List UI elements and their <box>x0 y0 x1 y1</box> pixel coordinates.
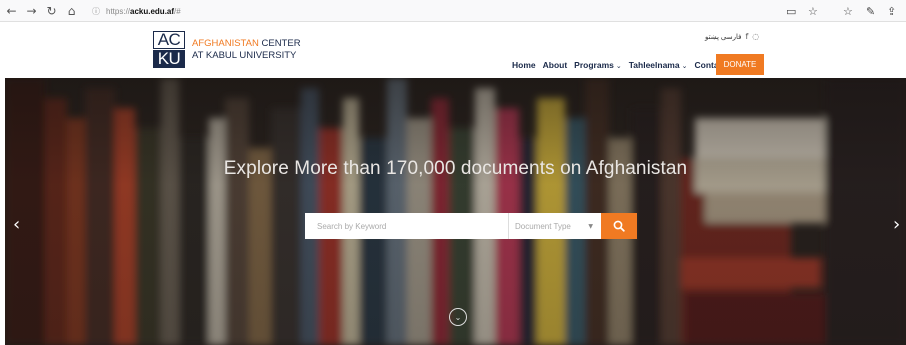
hero-banner: Explore More than 170,000 documents on A… <box>5 78 906 345</box>
share-icon[interactable]: ⇪ <box>887 3 896 19</box>
url-host: acku.edu.af <box>130 6 175 16</box>
logo-line1-orange: AFGHANISTAN <box>192 38 259 49</box>
main-menu: Home About Programs ⌄ Tahleelnama ⌄ Contac… <box>512 54 733 76</box>
bookmark-star-icon[interactable]: ☆ <box>808 3 818 19</box>
reader-view-icon[interactable]: ▭ <box>786 3 796 19</box>
logo-mark-bottom: KU <box>153 49 185 68</box>
document-type-select[interactable]: Document Type ▼ <box>508 213 601 239</box>
menu-tahleelnama-label: Tahleelnama <box>628 60 680 70</box>
menu-tahleelnama[interactable]: Tahleelnama ⌄ <box>629 60 688 70</box>
menu-about[interactable]: About <box>543 60 568 70</box>
logo-mark-top: AC <box>153 30 185 49</box>
language-bar: فارسی پښتو f ◌ <box>705 32 759 41</box>
reload-icon[interactable]: ↻ <box>43 2 60 20</box>
keyword-search-input[interactable] <box>305 213 508 239</box>
language-links[interactable]: فارسی پښتو <box>705 33 741 41</box>
favorites-icon[interactable]: ☆ <box>843 3 853 19</box>
logo-line1-dark: CENTER <box>258 38 301 49</box>
document-search: Document Type ▼ <box>305 213 637 239</box>
carousel-next-arrow-icon[interactable]: › <box>893 214 900 235</box>
info-icon[interactable]: ⓘ <box>92 6 100 17</box>
facebook-icon[interactable]: f <box>745 32 748 41</box>
browser-toolbar: ← → ↻ ⌂ ⓘ https://acku.edu.af/# ▭ ☆ ☆ ✎ … <box>0 0 906 22</box>
caret-down-icon: ▼ <box>588 222 593 230</box>
carousel-prev-arrow-icon[interactable]: ‹ <box>13 214 20 235</box>
chevron-down-icon: ⌄ <box>681 62 688 70</box>
rss-icon[interactable]: ◌ <box>752 32 759 41</box>
menu-programs[interactable]: Programs ⌄ <box>574 60 622 70</box>
search-button[interactable] <box>601 213 637 239</box>
search-icon <box>613 220 625 232</box>
logo-mark: AC KU <box>153 30 185 69</box>
logo-line2: AT KABUL UNIVERSITY <box>192 50 297 61</box>
document-type-label: Document Type <box>515 221 571 231</box>
back-arrow-icon[interactable]: ← <box>3 2 20 20</box>
donate-button[interactable]: DONATE <box>716 54 764 75</box>
scroll-down-icon[interactable]: ⌄ <box>449 308 467 326</box>
chevron-down-icon: ⌄ <box>615 62 622 70</box>
menu-programs-label: Programs <box>574 60 614 70</box>
acku-logo[interactable]: AC KU AFGHANISTAN CENTER AT KABUL UNIVER… <box>153 30 301 69</box>
home-icon[interactable]: ⌂ <box>63 2 80 20</box>
address-bar[interactable]: ⓘ https://acku.edu.af/# <box>88 3 826 19</box>
menu-home[interactable]: Home <box>512 60 536 70</box>
pen-icon[interactable]: ✎ <box>866 3 875 19</box>
url-protocol: https:// <box>106 6 131 16</box>
hero-overlay <box>5 78 906 345</box>
url-path: /# <box>174 6 181 16</box>
hero-title: Explore More than 170,000 documents on A… <box>223 158 688 179</box>
site-header: AC KU AFGHANISTAN CENTER AT KABUL UNIVER… <box>0 22 906 78</box>
logo-text: AFGHANISTAN CENTER AT KABUL UNIVERSITY <box>192 38 301 62</box>
forward-arrow-icon[interactable]: → <box>23 2 40 20</box>
